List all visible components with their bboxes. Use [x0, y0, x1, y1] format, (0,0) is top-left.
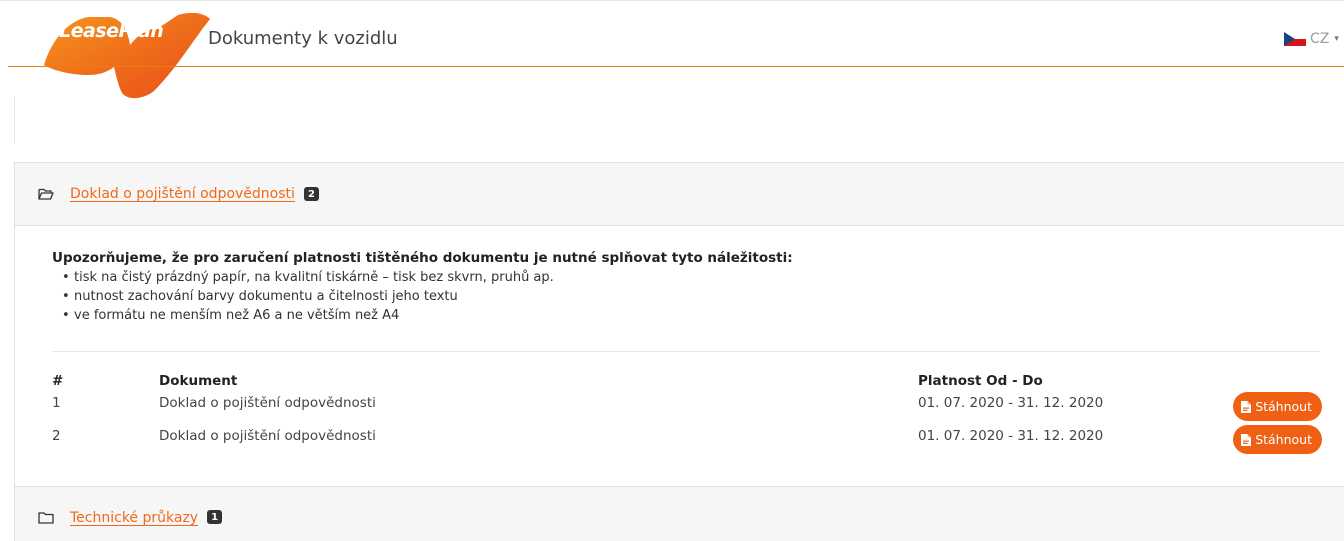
file-pdf-icon	[1241, 433, 1252, 446]
notice-list: tisk na čistý prázdný papír, na kvalitní…	[52, 268, 1344, 325]
section-link-insurance[interactable]: Doklad o pojištění odpovědnosti	[70, 186, 295, 202]
count-badge: 1	[207, 510, 223, 524]
count-badge: 2	[303, 187, 319, 201]
section-body-insurance: Upozorňujeme, že pro zaručení platnosti …	[15, 225, 1344, 487]
row-number: 1	[52, 395, 61, 411]
content-divider	[52, 351, 1320, 352]
section-header-insurance[interactable]: Doklad o pojištění odpovědnosti 2	[15, 163, 1344, 225]
column-header-validity: Platnost Od - Do	[918, 373, 1043, 389]
download-button[interactable]: Stáhnout	[1233, 392, 1322, 421]
table-row: 2 Doklad o pojištění odpovědnosti 01. 07…	[52, 425, 1322, 458]
header-divider	[8, 66, 1344, 67]
section-panel-technical: Technické průkazy 1	[14, 486, 1344, 541]
vertical-divider	[14, 96, 15, 144]
section-panel-insurance: Doklad o pojištění odpovědnosti 2 Upozor…	[14, 162, 1344, 488]
folder-icon	[38, 512, 54, 524]
czech-flag-icon	[1284, 32, 1306, 46]
page-title: Dokumenty k vozidlu	[208, 28, 398, 49]
notice-title: Upozorňujeme, že pro zaručení platnosti …	[52, 250, 793, 266]
section-header-technical[interactable]: Technické průkazy 1	[15, 487, 1344, 541]
download-button[interactable]: Stáhnout	[1233, 425, 1322, 454]
row-validity: 01. 07. 2020 - 31. 12. 2020	[918, 395, 1104, 411]
folder-open-icon	[38, 188, 54, 200]
row-document: Doklad o pojištění odpovědnosti	[159, 395, 376, 411]
language-code: CZ	[1310, 31, 1330, 47]
app-header: LeasePlan Dokumenty k vozidlu CZ ▾	[0, 0, 1344, 99]
section-link-technical[interactable]: Technické průkazy	[70, 510, 198, 526]
download-button-label: Stáhnout	[1255, 399, 1312, 414]
row-validity: 01. 07. 2020 - 31. 12. 2020	[918, 428, 1104, 444]
chevron-down-icon: ▾	[1334, 34, 1339, 44]
language-selector[interactable]: CZ ▾	[1284, 30, 1339, 48]
logo-text: LeasePlan	[59, 20, 164, 42]
table-row: 1 Doklad o pojištění odpovědnosti 01. 07…	[52, 392, 1322, 425]
notice-item: tisk na čistý prázdný papír, na kvalitní…	[62, 268, 1344, 287]
column-header-number: #	[52, 373, 64, 389]
file-pdf-icon	[1241, 400, 1252, 413]
row-document: Doklad o pojištění odpovědnosti	[159, 428, 376, 444]
download-button-label: Stáhnout	[1255, 432, 1312, 447]
notice-item: ve formátu ne menším než A6 a ne větším …	[62, 306, 1344, 325]
notice-item: nutnost zachování barvy dokumentu a čite…	[62, 287, 1344, 306]
column-header-document: Dokument	[159, 373, 238, 389]
row-number: 2	[52, 428, 61, 444]
